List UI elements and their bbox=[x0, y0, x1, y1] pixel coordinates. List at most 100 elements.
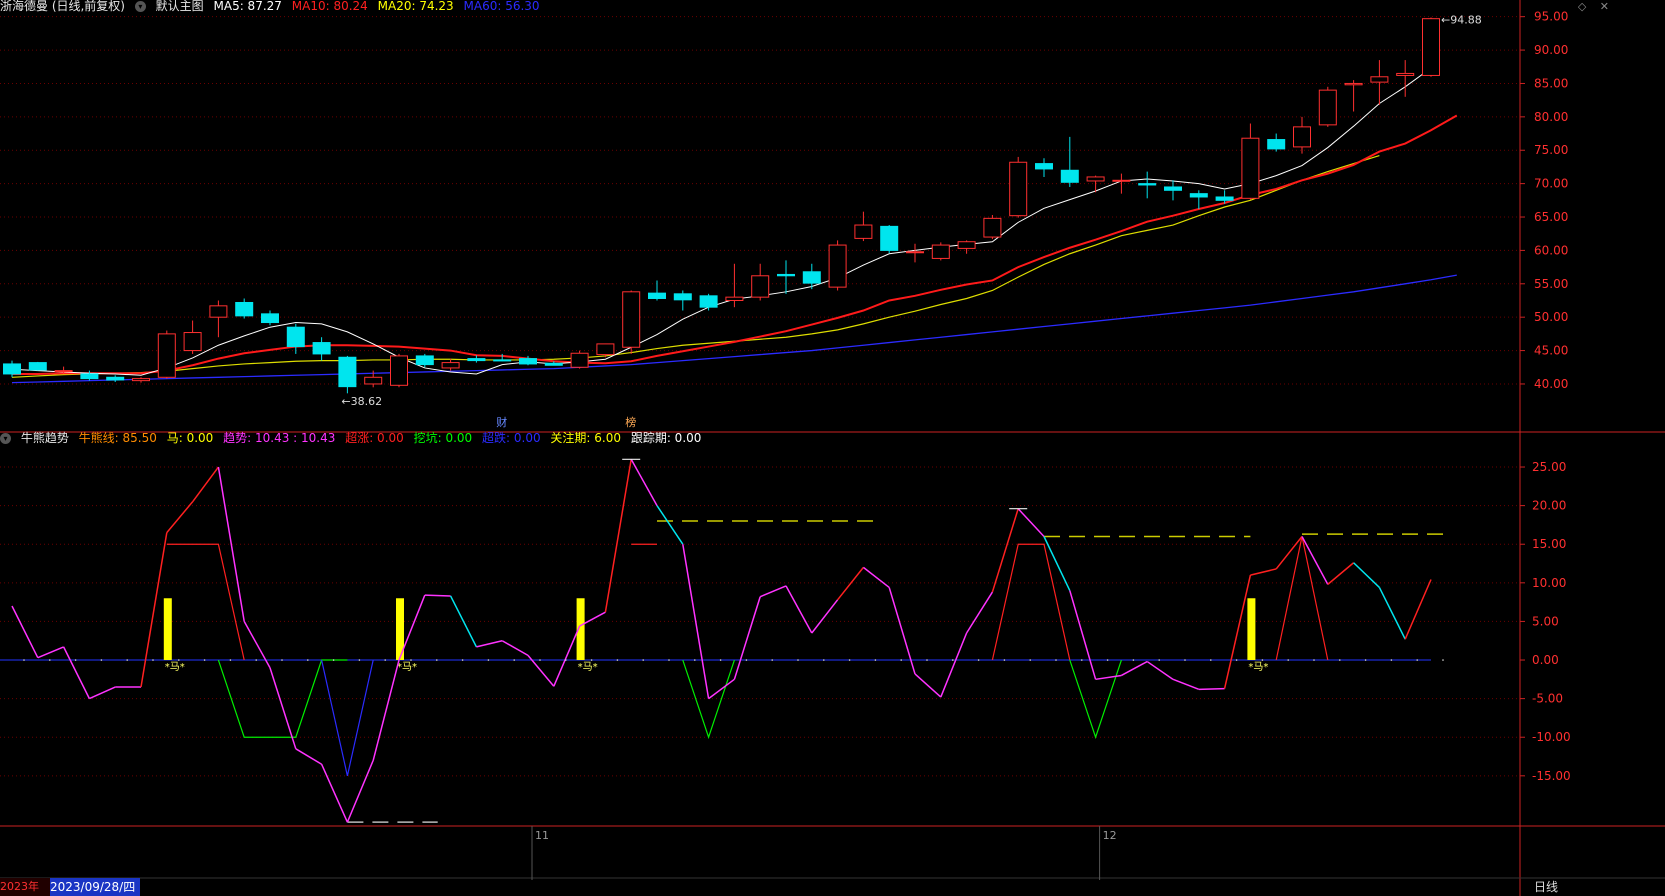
tracking-dot bbox=[1055, 659, 1057, 661]
candle-body bbox=[1267, 139, 1286, 150]
candle-body bbox=[183, 332, 202, 352]
trend-segment bbox=[1301, 536, 1329, 585]
price-tick-label: 40.00 bbox=[1534, 377, 1568, 391]
price-tick-label: 90.00 bbox=[1534, 43, 1568, 57]
trend-segment bbox=[965, 591, 994, 634]
candle-body bbox=[1241, 137, 1260, 199]
trend-segment bbox=[604, 459, 632, 613]
tracking-dot bbox=[23, 659, 25, 661]
candle-body bbox=[1215, 196, 1234, 201]
event-flag[interactable]: 榜 bbox=[625, 414, 636, 430]
tracking-dot bbox=[49, 659, 51, 661]
candle-body bbox=[699, 295, 718, 308]
horse-label: *马* bbox=[578, 661, 598, 673]
candle-body bbox=[957, 241, 976, 249]
tracking-dot bbox=[74, 659, 77, 661]
trend-segment bbox=[1172, 678, 1200, 691]
candle-body bbox=[493, 359, 512, 362]
overbought-line bbox=[991, 543, 1071, 661]
ma60-value: MA60: 56.30 bbox=[463, 0, 540, 13]
diamond-icon[interactable]: ◇ bbox=[1578, 0, 1586, 13]
tracking-dot bbox=[1081, 659, 1083, 661]
trend-segment bbox=[991, 508, 1019, 593]
tracking-dot bbox=[1158, 659, 1160, 661]
month-label: 12 bbox=[1103, 829, 1117, 842]
indicator-tick-label: -15.00 bbox=[1532, 769, 1571, 783]
trend-segment bbox=[656, 505, 684, 545]
price-tick-label: 60.00 bbox=[1534, 243, 1568, 257]
moving-average-lines bbox=[11, 67, 1458, 384]
trend-segment bbox=[243, 621, 271, 669]
ma5-line bbox=[11, 67, 1432, 376]
tracking-dot bbox=[952, 659, 954, 661]
oversold-value: 超跌: 0.00 bbox=[482, 431, 541, 445]
candle-body bbox=[1396, 72, 1415, 76]
close-icon[interactable]: ✕ bbox=[1600, 0, 1609, 13]
trend-segment bbox=[630, 458, 658, 506]
event-flag[interactable]: 财 bbox=[496, 414, 507, 430]
trend-segment bbox=[1378, 587, 1406, 640]
indicator-name[interactable]: 牛熊趋势 bbox=[21, 431, 69, 445]
tracking-dot bbox=[358, 659, 361, 661]
candle-body bbox=[28, 362, 47, 371]
indicator-tick-label: 20.00 bbox=[1532, 499, 1566, 513]
candle-body bbox=[1189, 193, 1208, 198]
candle-body bbox=[725, 296, 744, 301]
tracking-dot bbox=[565, 659, 567, 661]
trend-segment bbox=[501, 640, 529, 657]
trend-segment bbox=[1069, 590, 1097, 680]
trend-segment bbox=[1327, 562, 1355, 585]
indicator-tick-label: 25.00 bbox=[1532, 460, 1566, 474]
indicator-tick-label: 10.00 bbox=[1532, 576, 1566, 590]
tracking-dot bbox=[771, 659, 773, 661]
tracking-dot bbox=[126, 659, 128, 661]
price-tick-label: 45.00 bbox=[1534, 344, 1568, 358]
trend-segment bbox=[553, 625, 581, 687]
tracking-dot bbox=[1287, 659, 1289, 661]
trend-value: 趋势: 10.43 : 10.43 bbox=[223, 431, 336, 445]
indicator-tick-label: -5.00 bbox=[1532, 692, 1563, 706]
trend-segment bbox=[785, 585, 813, 634]
tracking-dot bbox=[616, 659, 619, 661]
indicator-tick-label: -10.00 bbox=[1532, 730, 1571, 744]
candle-body bbox=[802, 271, 821, 284]
tracking-dot bbox=[384, 659, 387, 661]
dropdown-icon[interactable]: ▾ bbox=[134, 1, 146, 12]
stock-chart[interactable]: *马* *马* *马* *马* 40.00 45.00 50.00 55.00 60.00 65… bbox=[0, 0, 1665, 896]
trend-segment bbox=[888, 587, 916, 675]
tracking-dot bbox=[1416, 659, 1418, 661]
candle-body bbox=[570, 352, 589, 368]
ma10-value: MA10: 80.24 bbox=[291, 0, 368, 13]
candle-body bbox=[931, 244, 950, 259]
trend-segment bbox=[1353, 562, 1380, 588]
panel-controls: ◇ ✕ bbox=[1578, 0, 1609, 14]
tracking-dot bbox=[926, 659, 928, 661]
tracking-dot bbox=[152, 659, 154, 661]
candle-body bbox=[983, 217, 1002, 238]
tracking-dot bbox=[900, 659, 902, 661]
candle-body bbox=[54, 370, 73, 373]
ma10-line bbox=[12, 114, 1458, 375]
tracking-dot bbox=[1364, 659, 1367, 661]
candle-body bbox=[1318, 89, 1337, 126]
tracking-dot bbox=[539, 659, 541, 661]
cursor-date: 2023/09/28/四 bbox=[50, 878, 140, 896]
stock-title[interactable]: 浙海德曼 (日线,前复权) bbox=[0, 0, 125, 13]
dropdown-icon[interactable]: ▾ bbox=[0, 433, 11, 444]
candle-body bbox=[1086, 176, 1105, 182]
candles bbox=[3, 17, 1440, 394]
tracking-dot bbox=[229, 659, 232, 661]
candle-body bbox=[261, 313, 279, 324]
period-button[interactable]: 日线 bbox=[1522, 878, 1570, 896]
main-chart-name[interactable]: 默认主图 bbox=[156, 0, 204, 13]
tracking-dot bbox=[461, 659, 464, 661]
overbought-line bbox=[1275, 536, 1329, 661]
trend-segment bbox=[1146, 660, 1174, 680]
tracking-dot bbox=[848, 659, 851, 661]
candle-body bbox=[80, 373, 99, 380]
trend-segment bbox=[1095, 674, 1122, 681]
candle-body bbox=[312, 342, 331, 355]
pit-value: 挖坑: 0.00 bbox=[413, 431, 473, 445]
tracking-dot bbox=[410, 659, 412, 661]
tracking-dot bbox=[1106, 659, 1109, 661]
